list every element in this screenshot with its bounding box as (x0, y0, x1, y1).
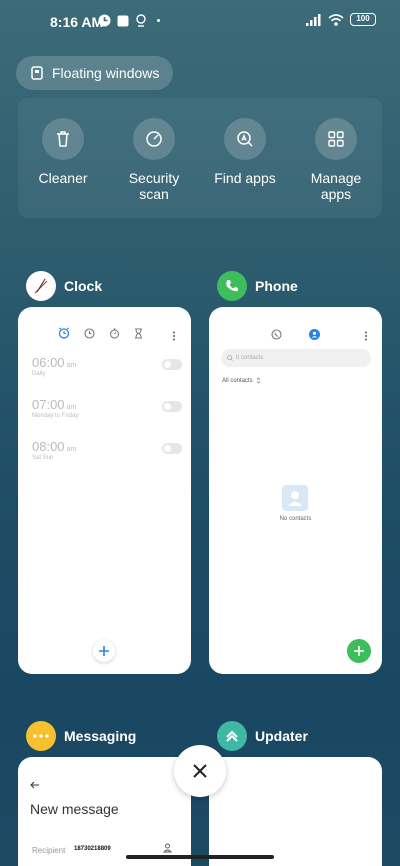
updater-app-icon (217, 721, 247, 751)
security-scan-icon (146, 131, 162, 147)
alarm-time: 07:00 (32, 397, 65, 412)
recents-tab-icon[interactable] (271, 329, 282, 340)
add-contact-button[interactable] (347, 639, 371, 663)
plus-icon (99, 646, 109, 656)
updater-app-card[interactable] (209, 757, 382, 866)
clock-tabs (58, 327, 143, 339)
alarm-repeat: Monday to Friday (32, 413, 79, 419)
sort-icon (256, 377, 260, 384)
search-placeholder: 0 contacts (236, 355, 264, 361)
updater-app-header[interactable]: Updater (217, 721, 308, 751)
recipient-value[interactable]: 18730218809 (74, 846, 111, 852)
contacts-filter-dropdown[interactable]: All contacts (222, 377, 261, 384)
stopwatch-tab-icon[interactable] (109, 328, 120, 339)
alarm-item[interactable]: 07:00 am Monday to Friday (32, 397, 182, 419)
phone-app-card[interactable]: 0 contacts All contacts No contacts (209, 307, 382, 674)
clock-app-icon (26, 271, 56, 301)
floating-windows-button[interactable]: Floating windows (16, 56, 174, 90)
contact-picker-icon[interactable] (163, 843, 172, 853)
close-icon (193, 764, 207, 778)
clock-app-card[interactable]: 06:00 am Daily 07:00 am Monday to Friday 0… (18, 307, 191, 674)
alarm-repeat: Sat Sun (32, 455, 54, 461)
home-indicator[interactable] (126, 855, 274, 859)
wifi-icon (328, 13, 344, 26)
back-arrow-icon[interactable] (30, 781, 40, 789)
recipient-label: Recipient (32, 846, 66, 855)
new-message-title: New message (30, 801, 119, 817)
more-notifications-dot-icon (157, 19, 160, 22)
more-options-icon[interactable] (364, 331, 368, 341)
alarm-time: 08:00 (32, 439, 65, 454)
find-apps-button[interactable]: Find apps (200, 118, 290, 186)
alarm-repeat: Daily (32, 371, 46, 377)
screenshot-icon (117, 15, 129, 26)
empty-contacts-illustration (282, 485, 308, 511)
signal-icon (306, 13, 321, 26)
add-alarm-button[interactable] (93, 640, 115, 662)
security-scan-label: Security scan (128, 170, 180, 202)
clear-all-button[interactable] (174, 745, 226, 797)
search-icon (227, 355, 233, 361)
contacts-search-input[interactable]: 0 contacts (221, 349, 371, 367)
phone-app-name: Phone (255, 278, 298, 294)
trash-icon (57, 131, 69, 147)
messaging-app-icon (26, 721, 56, 751)
alarm-ampm: am (66, 362, 77, 369)
alarm-toggle[interactable] (162, 401, 182, 412)
status-time: 8:16 AM (50, 14, 104, 30)
alarm-item[interactable]: 08:00 am Sat Sun (32, 439, 182, 461)
phone-app-icon (217, 271, 247, 301)
notification-icon (136, 14, 146, 27)
plus-icon (354, 646, 364, 656)
world-clock-tab-icon[interactable] (84, 327, 95, 339)
messaging-app-header[interactable]: Messaging (26, 721, 136, 751)
alarm-toggle[interactable] (162, 359, 182, 370)
manage-apps-label: Manage apps (310, 170, 362, 202)
more-options-icon[interactable] (172, 331, 176, 341)
clock-app-header[interactable]: Clock (26, 271, 102, 301)
find-apps-icon (237, 131, 253, 147)
battery-icon: 100 (350, 13, 376, 26)
find-apps-label: Find apps (214, 170, 276, 186)
messaging-app-name: Messaging (64, 728, 137, 744)
security-scan-button[interactable]: Security scan (109, 118, 199, 202)
clock-app-name: Clock (64, 278, 103, 294)
alarm-item[interactable]: 06:00 am Daily (32, 355, 182, 377)
alarm-ampm: am (66, 446, 77, 453)
cleaner-button[interactable]: Cleaner (18, 118, 108, 186)
cleaner-label: Cleaner (38, 170, 88, 186)
phone-app-header[interactable]: Phone (217, 271, 298, 301)
updater-app-name: Updater (255, 728, 308, 744)
alarm-ampm: am (66, 404, 77, 411)
floating-windows-label: Floating windows (52, 65, 160, 81)
timer-tab-icon[interactable] (134, 328, 143, 339)
data-saver-icon (98, 14, 111, 27)
contacts-tab-icon[interactable] (309, 329, 320, 340)
alarm-tab-icon[interactable] (58, 327, 70, 339)
contact-placeholder-icon (288, 491, 302, 506)
grid-icon (328, 131, 344, 147)
messaging-app-card[interactable]: New message Recipient 18730218809 (18, 757, 191, 866)
no-contacts-text: No contacts (279, 516, 312, 522)
manage-apps-button[interactable]: Manage apps (291, 118, 381, 202)
quick-tools-panel: Cleaner Security scan Find apps Manage a… (18, 98, 382, 218)
floating-window-icon (31, 66, 43, 80)
alarm-toggle[interactable] (162, 443, 182, 454)
contacts-filter-label: All contacts (222, 377, 253, 384)
status-bar: 8:16 AM 100 (0, 0, 400, 44)
alarm-time: 06:00 (32, 355, 65, 370)
